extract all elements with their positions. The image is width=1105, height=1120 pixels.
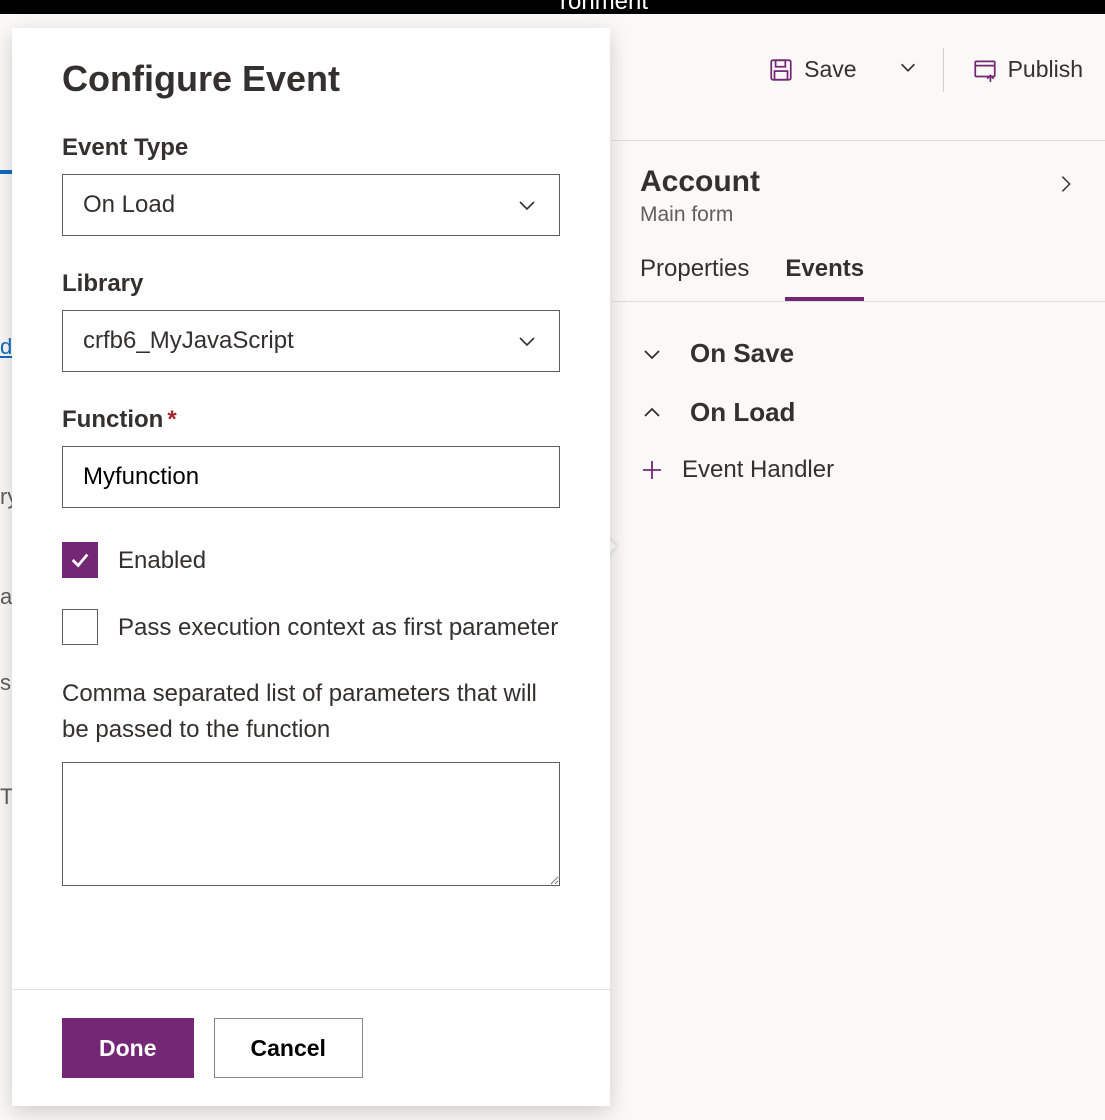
publish-icon [972,57,998,83]
pass-context-label: Pass execution context as first paramete… [118,609,558,646]
event-type-select[interactable]: On Load [62,174,560,236]
tab-events[interactable]: Events [785,255,864,301]
function-label: Function* [62,406,560,434]
app-titlebar: ronment [0,0,1105,14]
entity-subtitle: Main form [640,203,760,227]
save-icon [768,57,794,83]
pass-context-checkbox[interactable] [62,609,98,645]
section-on-load[interactable]: On Load [640,383,1077,442]
add-event-handler[interactable]: Event Handler [640,442,1077,498]
event-type-label: Event Type [62,134,560,162]
enabled-label: Enabled [118,542,206,579]
library-select[interactable]: crfb6_MyJavaScript [62,310,560,372]
library-value: crfb6_MyJavaScript [83,327,294,355]
tab-properties[interactable]: Properties [640,255,749,301]
section-label: On Load [690,397,795,428]
event-type-value: On Load [83,191,175,219]
command-separator [943,48,944,92]
publish-label: Publish [1008,56,1083,83]
entity-title: Account [640,165,760,199]
params-textarea[interactable] [62,762,560,886]
section-on-save[interactable]: On Save [640,324,1077,383]
flyout-title: Configure Event [62,58,560,100]
save-split-chevron[interactable] [879,44,937,95]
save-button[interactable]: Save [746,44,878,95]
chevron-down-icon [515,193,539,217]
chevron-down-icon [897,56,919,78]
enabled-checkbox[interactable] [62,542,98,578]
add-handler-label: Event Handler [682,456,834,484]
left-tab-underline [0,170,12,174]
section-label: On Save [690,338,794,369]
plus-icon [640,458,664,482]
publish-button[interactable]: Publish [950,44,1105,95]
params-label: Comma separated list of parameters that … [62,676,560,748]
flyout-footer: Done Cancel [12,989,610,1106]
panel-tabs: Properties Events [612,237,1105,302]
cancel-button[interactable]: Cancel [214,1018,363,1078]
required-indicator: * [167,406,176,433]
chevron-down-icon [515,329,539,353]
command-bar: Save Publish [746,44,1105,95]
library-label: Library [62,270,560,298]
configure-event-flyout: Configure Event Event Type On Load Libra… [12,28,610,1106]
save-label: Save [804,56,856,83]
main-area: di ry ai sir TS Save Publish Account Mai… [0,14,1105,1120]
chevron-down-icon [640,342,664,366]
function-input[interactable] [62,446,560,508]
done-button[interactable]: Done [62,1018,194,1078]
chevron-up-icon [640,401,664,425]
properties-panel: Account Main form Properties Events On S… [612,140,1105,1120]
checkmark-icon [69,549,91,571]
chevron-right-icon[interactable] [1055,173,1077,195]
